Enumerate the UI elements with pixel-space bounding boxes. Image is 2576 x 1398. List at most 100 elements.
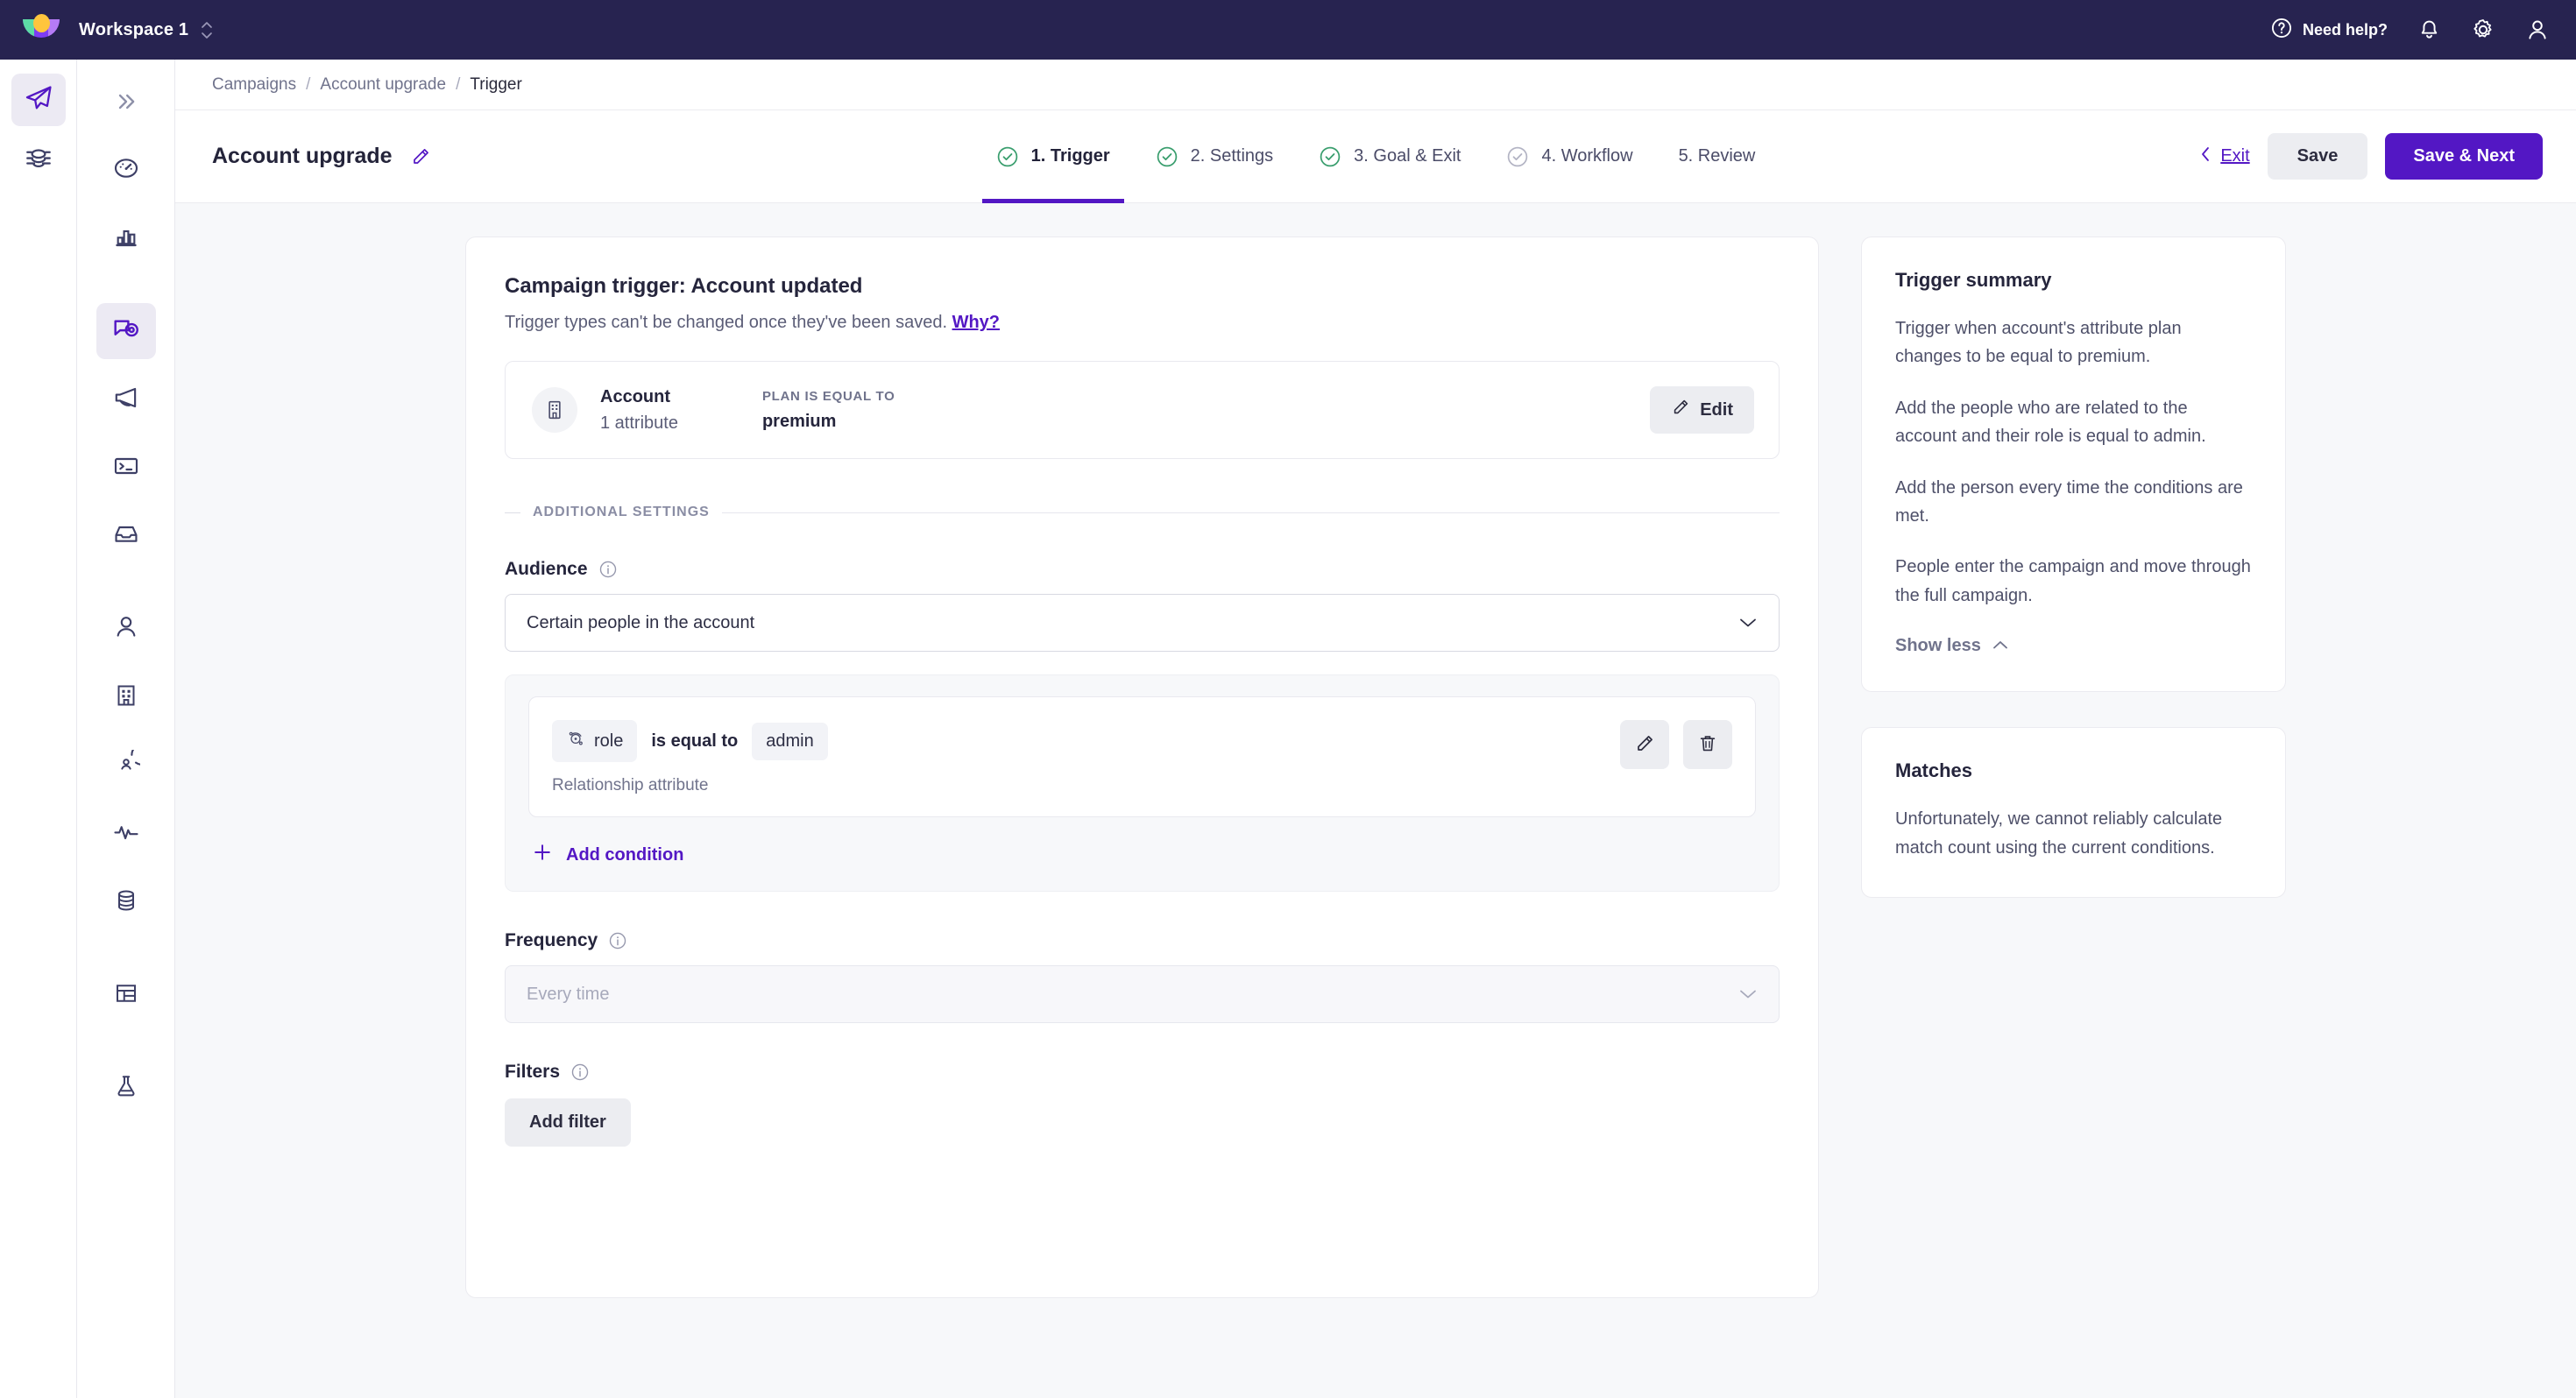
sidebar-item-collections[interactable] (96, 967, 156, 1023)
wizard-step-label: 4. Workflow (1541, 146, 1633, 166)
main-column: Campaigns / Account upgrade / Trigger Ac… (175, 60, 2576, 1398)
frequency-select[interactable]: Every time (505, 965, 1780, 1023)
save-and-next-button[interactable]: Save & Next (2385, 133, 2543, 180)
add-filter-button[interactable]: Add filter (505, 1098, 631, 1147)
sidebar-item-data[interactable] (11, 133, 66, 186)
condition-chips: role is equal to admin (552, 720, 828, 762)
filters-label-row: Filters (505, 1062, 1780, 1083)
pencil-icon (1671, 398, 1690, 422)
breadcrumb-item-trigger: Trigger (470, 74, 522, 94)
chevron-down-icon (1738, 617, 1758, 629)
inbox-icon (112, 520, 140, 553)
info-icon[interactable] (570, 1063, 590, 1082)
chevron-up-down-icon[interactable] (201, 21, 213, 39)
condition-attribute-chip[interactable]: role (552, 720, 638, 762)
sidebar-item-accounts[interactable] (96, 669, 156, 725)
trigger-attribute-count: 1 attribute (600, 413, 678, 433)
sidebar-item-segments[interactable] (96, 738, 156, 794)
pencil-icon[interactable] (410, 146, 431, 167)
paper-plane-icon (24, 83, 53, 117)
info-icon[interactable] (598, 560, 618, 579)
gauge-icon (112, 154, 140, 187)
audience-label-row: Audience (505, 559, 1780, 580)
content-area: Campaign trigger: Account updated Trigge… (175, 203, 2576, 1398)
sidebar-item-analytics[interactable] (96, 210, 156, 266)
wizard-step-review[interactable]: 5. Review (1656, 110, 1779, 203)
add-condition-button[interactable]: Add condition (528, 842, 1756, 868)
sidebar-item-transactional[interactable] (96, 440, 156, 496)
workspace-name[interactable]: Workspace 1 (79, 20, 188, 40)
person-icon (112, 613, 140, 646)
building-icon (113, 682, 139, 713)
sidebar-item-people[interactable] (96, 601, 156, 657)
wizard-step-trigger[interactable]: 1. Trigger (973, 110, 1133, 203)
page-title: Account upgrade (212, 144, 393, 168)
card-subtitle-text: Trigger types can't be changed once they… (505, 313, 947, 332)
condition-attribute-label: role (594, 731, 624, 751)
sidebar-item-journeys[interactable] (11, 74, 66, 126)
activity-icon (112, 818, 140, 851)
trigger-condition-value: premium (761, 411, 837, 431)
trigger-object-info: Account 1 attribute (600, 387, 678, 434)
exit-button[interactable]: Exit (2198, 145, 2250, 168)
frequency-label: Frequency (505, 930, 598, 950)
frequency-label-row: Frequency (505, 930, 1780, 951)
sidebar-item-dashboard[interactable] (96, 142, 156, 198)
filters-label: Filters (505, 1062, 561, 1082)
bell-icon[interactable] (2417, 18, 2441, 42)
info-icon[interactable] (608, 931, 627, 950)
check-circle-icon (1319, 145, 1341, 168)
check-circle-pending-icon (1506, 145, 1529, 168)
condition-actions (1620, 720, 1732, 769)
database-icon (113, 887, 139, 918)
wizard-step-workflow[interactable]: 4. Workflow (1483, 110, 1655, 203)
user-icon[interactable] (2525, 18, 2550, 42)
edit-condition-button[interactable] (1620, 720, 1669, 769)
save-button[interactable]: Save (2267, 133, 2368, 180)
additional-settings-label: ADDITIONAL SETTINGS (533, 505, 710, 519)
trigger-object-name: Account (600, 386, 670, 406)
why-link[interactable]: Why? (952, 313, 1000, 332)
sidebar-item-activity[interactable] (96, 806, 156, 862)
matches-text: Unfortunately, we cannot reliably calcul… (1895, 809, 2223, 858)
customer-io-logo[interactable] (16, 11, 67, 49)
trigger-summary-title: Trigger summary (1895, 269, 2052, 291)
need-help-button[interactable]: Need help? (2270, 17, 2388, 44)
relationship-icon (566, 729, 585, 753)
audience-select-value: Certain people in the account (527, 612, 755, 632)
wizard-header: Account upgrade 1. Trigger 2. Settings 3… (175, 110, 2576, 203)
matches-card: Matches Unfortunately, we cannot reliabl… (1861, 727, 2286, 898)
show-less-toggle[interactable]: Show less (1895, 636, 2252, 656)
show-less-label: Show less (1895, 636, 1981, 656)
breadcrumb-item-campaigns[interactable]: Campaigns (212, 75, 296, 95)
sidebar-item-campaigns[interactable] (96, 303, 156, 359)
top-bar: Workspace 1 Need help? (0, 0, 2576, 60)
terminal-icon (112, 452, 140, 484)
delete-condition-button[interactable] (1683, 720, 1732, 769)
chevron-left-icon (2198, 145, 2212, 168)
trash-icon (1697, 733, 1718, 757)
sidebar-item-broadcasts[interactable] (96, 371, 156, 427)
audience-select[interactable]: Certain people in the account (505, 594, 1780, 652)
chevron-down-icon (1738, 988, 1758, 1000)
add-condition-label: Add condition (566, 844, 684, 865)
segment-icon (112, 743, 152, 782)
condition-operator[interactable]: is equal to (637, 731, 752, 752)
trigger-condition-info: PLAN IS EQUAL TO premium (762, 389, 895, 432)
sidebar-item-data-index[interactable] (96, 874, 156, 930)
condition-row: role is equal to admin Relationship attr… (528, 696, 1756, 817)
edit-trigger-button[interactable]: Edit (1650, 386, 1754, 434)
gear-icon[interactable] (2471, 18, 2495, 42)
wizard-step-settings[interactable]: 2. Settings (1133, 110, 1297, 203)
edit-trigger-label: Edit (1700, 399, 1733, 420)
audience-conditions-panel: role is equal to admin Relationship attr… (505, 674, 1780, 892)
condition-note: Relationship attribute (552, 776, 709, 794)
wizard-step-label: 3. Goal & Exit (1354, 146, 1461, 166)
double-chevron-right-icon[interactable] (96, 74, 156, 130)
wizard-step-goal-exit[interactable]: 3. Goal & Exit (1296, 110, 1483, 203)
sidebar-item-newsletters[interactable] (96, 508, 156, 564)
sidebar-item-experiments[interactable] (96, 1060, 156, 1116)
breadcrumb-item-account-upgrade[interactable]: Account upgrade (320, 75, 446, 95)
condition-content: role is equal to admin Relationship attr… (552, 720, 828, 795)
condition-value-chip[interactable]: admin (752, 722, 828, 760)
